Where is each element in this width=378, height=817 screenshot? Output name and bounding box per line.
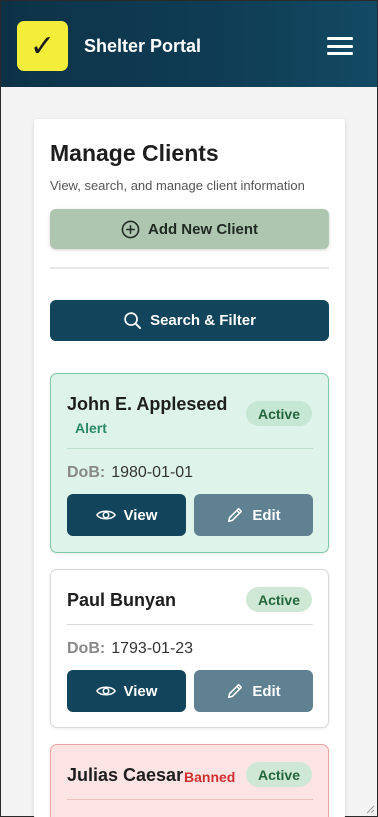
dob-row: DoB: 1793-01-23 — [67, 640, 193, 658]
app-title: Shelter Portal — [84, 36, 202, 56]
view-label: View — [123, 506, 158, 524]
search-filter-button[interactable]: Search & Filter — [50, 300, 329, 341]
dob-value: 1980-01-01 — [111, 464, 194, 481]
view-button[interactable]: View — [67, 670, 186, 712]
banned-tag: Banned — [184, 769, 236, 785]
client-name[interactable]: Paul Bunyan — [67, 590, 176, 611]
client-card: Julias Caesar Banned Active — [50, 744, 329, 817]
edit-label: Edit — [252, 506, 281, 524]
edit-button[interactable]: Edit — [194, 670, 313, 712]
app-header: ✓ Shelter Portal — [1, 1, 377, 87]
page-title: Manage Clients — [50, 140, 219, 166]
client-name[interactable]: Julias Caesar — [67, 765, 183, 786]
search-filter-label: Search & Filter — [150, 312, 256, 329]
alert-tag: Alert — [75, 420, 107, 436]
menu-bar — [327, 52, 353, 55]
eye-icon — [95, 510, 116, 520]
dob-label: DoB: — [67, 464, 106, 481]
status-badge: Active — [245, 401, 312, 426]
status-badge: Active — [245, 762, 312, 787]
card-divider — [67, 624, 313, 625]
section-divider — [50, 267, 329, 269]
resize-grip-icon[interactable] — [365, 804, 375, 814]
edit-label: Edit — [252, 682, 281, 700]
add-new-client-label: Add New Client — [147, 220, 258, 238]
card-divider — [67, 448, 313, 449]
logo-check-icon[interactable]: ✓ — [17, 21, 68, 71]
page-subtitle: View, search, and manage client informat… — [50, 178, 305, 193]
menu-bar — [327, 37, 353, 40]
dob-value: 1793-01-23 — [111, 640, 194, 657]
hamburger-icon[interactable] — [327, 37, 353, 55]
card-divider — [67, 799, 313, 800]
edit-button[interactable]: Edit — [194, 494, 313, 536]
pencil-icon — [228, 683, 243, 699]
add-new-client-button[interactable]: Add New Client — [50, 209, 329, 249]
client-card: John E. Appleseed Alert Active DoB: 1980-… — [50, 373, 329, 553]
client-name[interactable]: John E. Appleseed — [67, 394, 227, 415]
dob-row: DoB: 1980-01-01 — [67, 464, 193, 482]
view-button[interactable]: View — [67, 494, 186, 536]
client-card: Paul Bunyan Active DoB: 1793-01-23 View E… — [50, 569, 329, 728]
eye-icon — [95, 686, 116, 696]
dob-label: DoB: — [67, 640, 106, 657]
menu-bar — [327, 44, 353, 48]
plus-circle-icon — [121, 220, 140, 238]
pencil-icon — [228, 507, 243, 523]
search-icon — [124, 312, 142, 330]
status-badge: Active — [245, 587, 312, 612]
view-label: View — [123, 682, 158, 700]
